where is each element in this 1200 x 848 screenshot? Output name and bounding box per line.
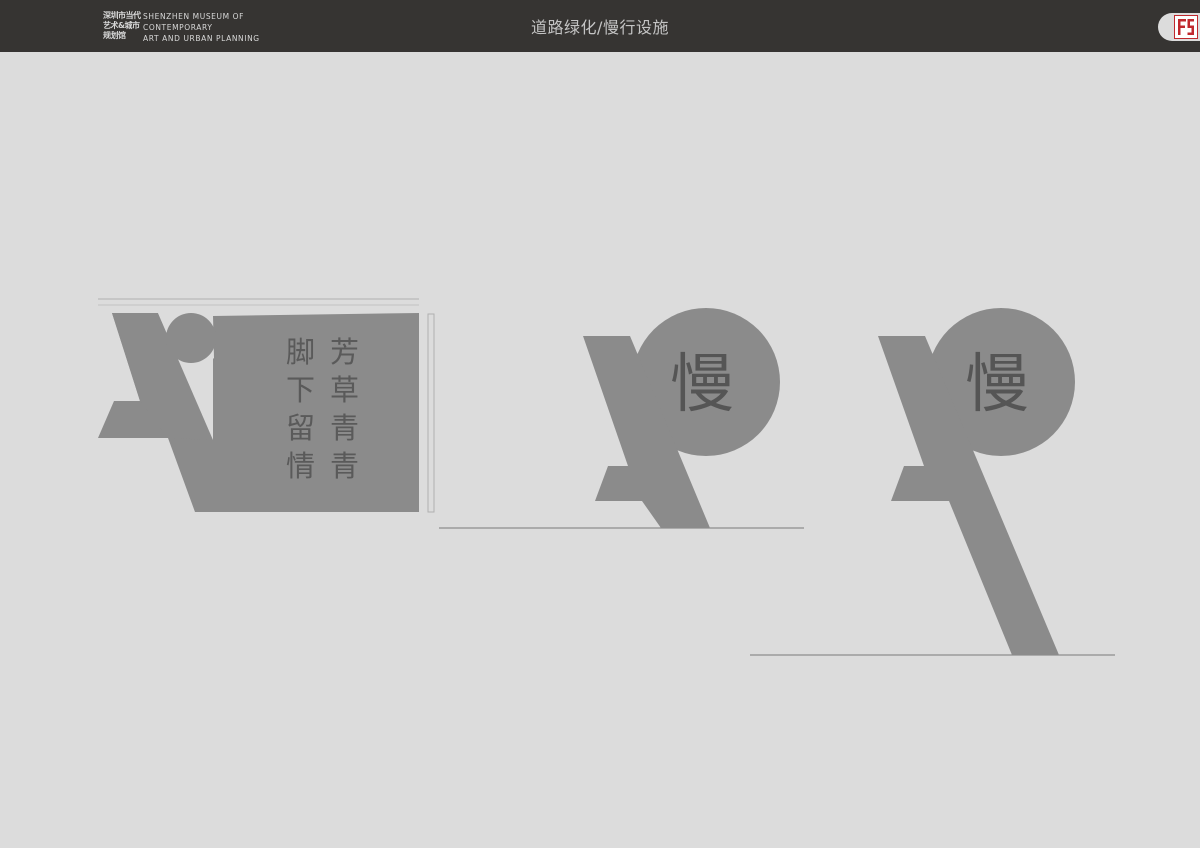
post-glyph: 慢 [670,348,734,422]
sign-char: 情 [286,449,315,483]
sign-char: 草 [330,373,359,407]
wall-side-profile [427,313,435,513]
sign-char: 青 [330,411,359,445]
wall-sign: 脚 下 留 情 芳 草 青 青 [98,298,435,513]
tall-post-sign: 慢 [750,308,1115,656]
signage-drawing: 脚 下 留 情 芳 草 青 青 慢 慢 [98,298,1115,656]
post-glyph: 慢 [965,348,1029,422]
sign-char: 留 [286,411,315,445]
sign-char: 芳 [330,335,359,369]
wall-sign-dot [166,313,216,363]
sign-char: 青 [330,449,359,483]
sign-char: 脚 [286,335,315,369]
sign-char: 下 [286,373,315,407]
short-post-sign: 慢 [439,308,804,529]
